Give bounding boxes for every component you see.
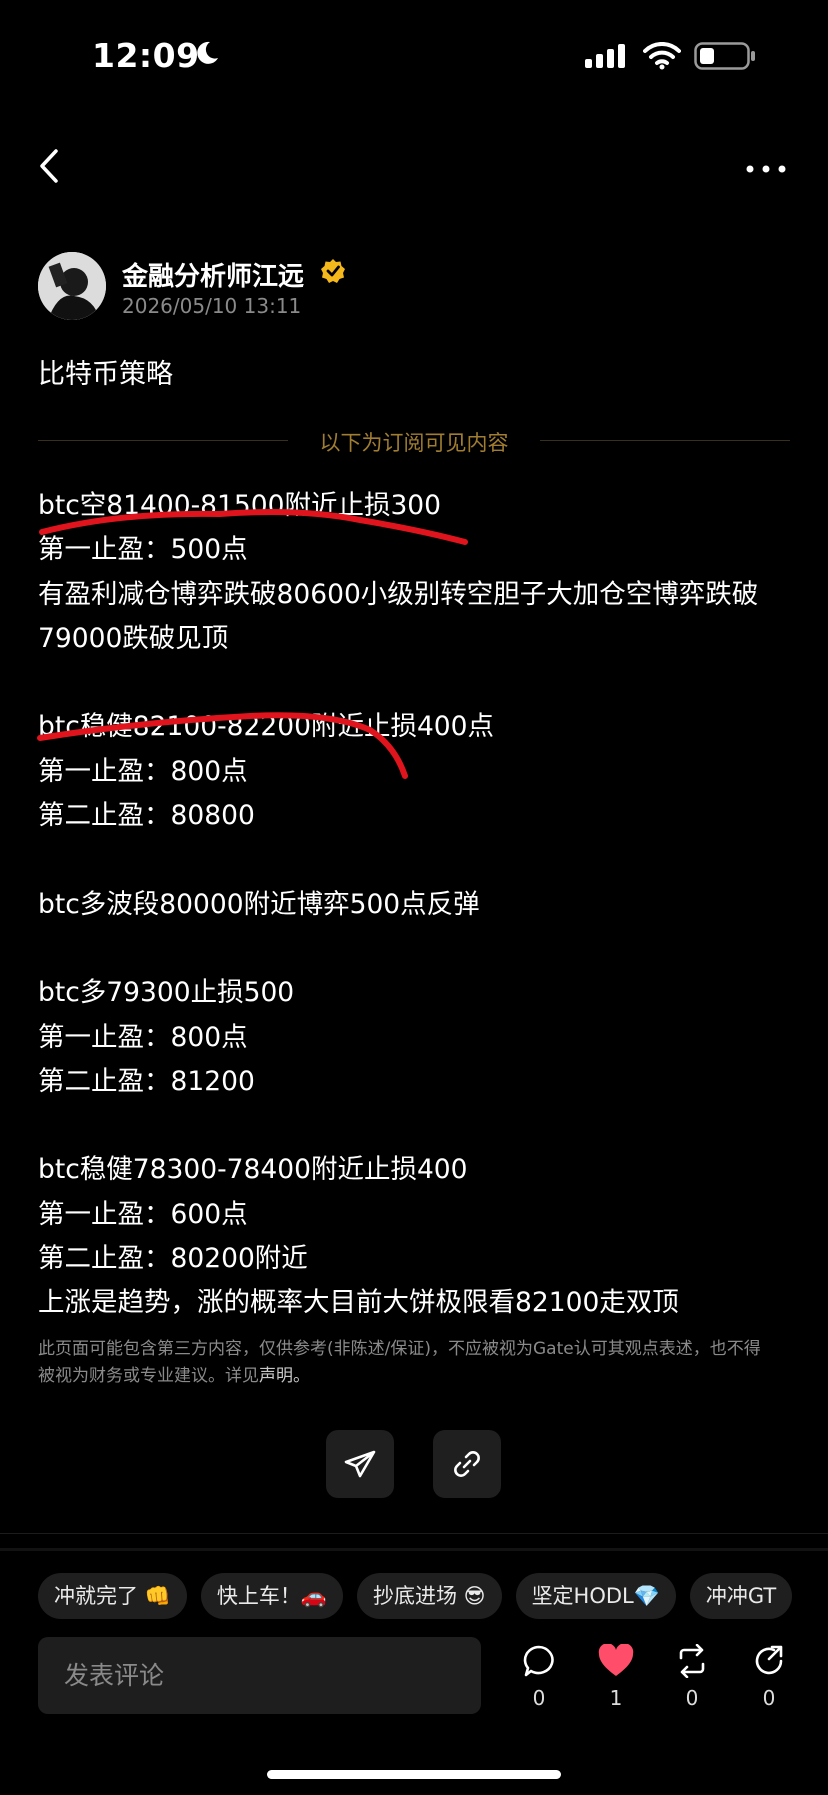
repost-count: 0 [685,1686,699,1710]
author-avatar[interactable] [38,252,106,320]
like-action[interactable]: 1 [591,1643,641,1710]
comment-count: 0 [532,1686,546,1710]
disclaimer-body: 此页面可能包含第三方内容，仅供参考(非陈述/保证)，不应被视为Gate认可其观点… [38,1339,761,1386]
more-options-icon[interactable] [746,165,786,173]
content-line: btc多波段80000附近博弈500点反弹 [38,888,480,920]
section-divider [0,1533,828,1534]
cellular-signal-icon [585,44,625,68]
content-line: 第一止盈：500点 [38,534,248,566]
share-count: 0 [762,1686,776,1710]
content-line: btc空81400-81500附近止损300 [38,490,442,521]
author-name[interactable]: 金融分析师江远 [122,256,304,293]
content-line: 第一止盈：600点 [38,1198,248,1230]
link-icon [454,1451,480,1477]
moon-icon [197,41,218,64]
home-indicator[interactable] [267,1770,561,1779]
chip-quick-reply[interactable]: 坚定HODL💎 [515,1573,676,1619]
content-line: 第二止盈：81200 [38,1065,255,1097]
content-line: 第二止盈：80200附近 [38,1243,308,1275]
section-divider-thick [0,1548,828,1551]
content-line: 有盈利减仓博弈跌破80600小级别转空胆子大加仓空博弈跌破79000跌破见顶 [38,578,759,654]
divider-right [540,440,790,441]
content-line: 第一止盈：800点 [38,755,248,787]
post-content: btc空81400-81500附近止损300 第一止盈：500点 有盈利减仓博弈… [38,484,798,1326]
back-chevron-icon[interactable] [38,148,60,184]
chip-quick-reply[interactable]: 抄底进场 😎 [356,1573,502,1619]
paper-plane-icon [344,1450,376,1478]
content-line: btc多79300止损500 [38,977,295,1009]
avatar-image [38,252,106,320]
status-time: 12:09 [92,36,200,75]
chip-quick-reply[interactable]: 冲冲GT [689,1573,793,1619]
comment-bubble-icon [523,1645,554,1677]
post-timestamp: 2026/05/10 13:11 [122,294,302,318]
subscriber-only-label: 以下为订阅可见内容 [319,431,509,455]
wifi-icon [643,42,681,70]
chip-quick-reply[interactable]: 冲就完了 👊 [38,1573,187,1619]
verified-badge-icon [321,259,345,283]
share-action[interactable]: 0 [744,1644,794,1710]
content-line: 第二止盈：80800 [38,800,255,832]
comment-input[interactable]: 发表评论 [38,1637,481,1714]
content-line: btc稳健82100-82200附近止损400点 [38,711,495,743]
content-line: 上涨是趋势，涨的概率大目前大饼极限看82100走双顶 [38,1287,679,1319]
share-telegram-button[interactable] [326,1430,394,1498]
content-line: 第一止盈：800点 [38,1021,248,1053]
copy-link-button[interactable] [433,1430,501,1498]
like-count: 1 [609,1686,623,1710]
post-title: 比特币策略 [38,359,173,390]
disclaimer-text: 此页面可能包含第三方内容，仅供参考(非陈述/保证)，不应被视为Gate认可其观点… [38,1336,768,1390]
content-line: btc稳健78300-78400附近止损400 [38,1154,468,1186]
quick-reply-chips: 冲就完了 👊 快上车！🚗 抄底进场 😎 坚定HODL💎 冲冲GT [38,1573,828,1619]
comment-action[interactable]: 0 [514,1644,564,1710]
battery-icon [694,42,755,70]
chip-quick-reply[interactable]: 快上车！🚗 [200,1573,343,1619]
repost-icon [679,1643,705,1679]
heart-icon [598,1643,634,1676]
disclaimer-link[interactable]: 声明。 [259,1366,310,1386]
repost-action[interactable]: 0 [667,1643,717,1710]
share-arrow-icon [755,1645,783,1675]
